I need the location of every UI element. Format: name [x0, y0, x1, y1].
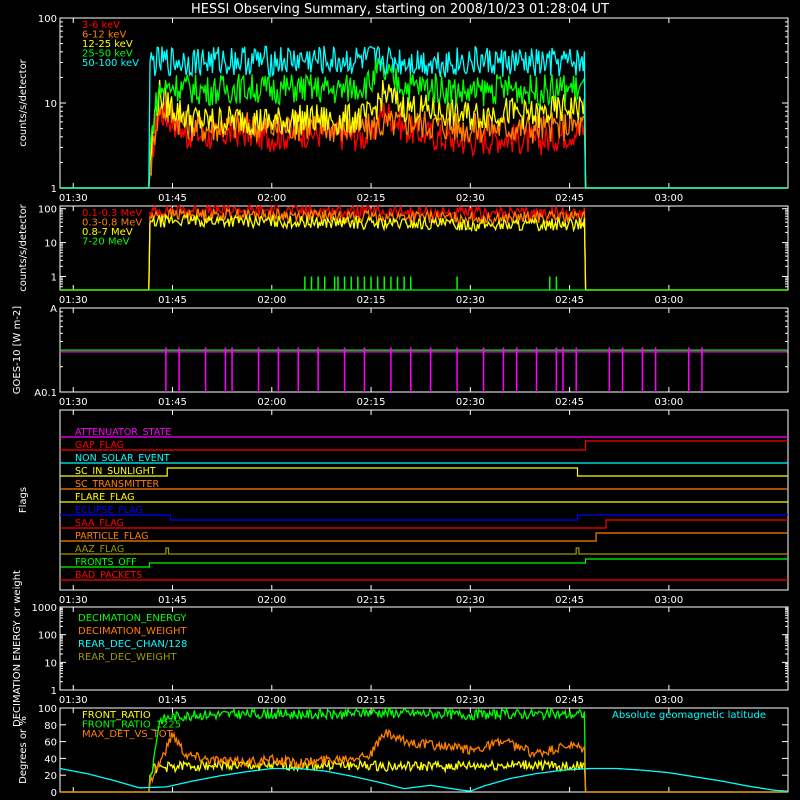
y-tick-label: 40 [44, 754, 57, 765]
time-tick-label: 01:45 [158, 397, 187, 408]
time-tick-label: 01:30 [59, 397, 88, 408]
time-tick-label: 02:30 [456, 695, 485, 706]
decimation-panel: 01:30 01:45 02:00 02:15 02:30 02:45 03:00 DECIM… [12, 570, 789, 727]
flag-label: FLARE_FLAG [75, 492, 135, 503]
decimation-ylabel: DECIMATION ENERGY or weight [12, 570, 23, 727]
time-tick-label: 03:00 [654, 295, 683, 306]
legend-entry: REAR_DEC_CHAN/128 [78, 639, 187, 650]
time-tick-label: 02:00 [257, 397, 286, 408]
legend-entry: REAR_DEC_WEIGHT [78, 652, 177, 663]
goes-ylabel: GOES-10 [W m-2] [12, 306, 23, 394]
count-rates-high-ylabel: counts/s/detector [18, 203, 29, 291]
y-tick-label: 100 [38, 631, 57, 642]
time-tick-label: 03:00 [654, 595, 683, 606]
flag-label: SAA_FLAG [75, 518, 124, 529]
y-tick-label: 10 [44, 239, 57, 250]
ratios-annotation: Absolute geomagnetic latitude [612, 710, 766, 721]
flag-label: BAD_PACKETS [75, 570, 142, 581]
y-tick-label: 100 [38, 14, 57, 25]
time-tick-label: 02:15 [357, 193, 386, 204]
count-rates-low-panel: 01:30 01:45 02:00 02:15 02:30 02:45 03:00 count… [18, 14, 789, 204]
flag-line-saa-flag [60, 519, 788, 529]
time-tick-label: 01:45 [158, 295, 187, 306]
flag-label: NON_SOLAR_EVENT [75, 453, 170, 464]
hessi-summary-chart: HESSI Observing Summary, starting on 200… [12, 2, 789, 799]
flag-line-particle-flag [60, 532, 788, 542]
time-tick-label: 01:45 [158, 193, 187, 204]
ratios-ylabel: Degrees or % [18, 716, 29, 784]
y-tick-label: 20 [44, 771, 57, 782]
ratios-series-0 [60, 758, 788, 793]
count-rates-high-panel: 01:30 01:45 02:00 02:15 02:30 02:45 03:00 count… [18, 203, 789, 306]
flags-ylabel: Flags [18, 487, 29, 513]
y-tick-label: 80 [44, 721, 57, 732]
time-tick-label: 01:30 [59, 695, 88, 706]
time-tick-label: 03:00 [654, 193, 683, 204]
flag-label: SC_IN_SUNLIGHT [75, 466, 156, 477]
time-tick-label: 01:30 [59, 595, 88, 606]
chart-title: HESSI Observing Summary, starting on 200… [191, 2, 609, 17]
legend-entry: 50-100 keV [82, 58, 139, 69]
flag-label: ATTENUATOR_STATE [75, 427, 171, 438]
legend-entry: DECIMATION_ENERGY [78, 613, 187, 624]
legend-entry: 7-20 MeV [82, 237, 130, 248]
time-tick-label: 02:45 [555, 595, 584, 606]
time-tick-label: 01:45 [158, 695, 187, 706]
flag-label: GAP_FLAG [75, 440, 124, 451]
time-tick-label: 01:45 [158, 595, 187, 606]
y-tick-label: 1 [51, 273, 57, 284]
flags-panel: 01:30 01:45 02:00 02:15 02:30 02:45 03:00 Flags… [18, 409, 789, 606]
time-tick-label: 02:15 [357, 695, 386, 706]
time-tick-label: 02:30 [456, 193, 485, 204]
time-tick-label: 02:00 [257, 193, 286, 204]
flag-line-eclipse-flag [60, 514, 788, 521]
time-tick-label: 02:30 [456, 595, 485, 606]
y-tick-label: 1 [51, 184, 57, 195]
chart-panels: 01:30 01:45 02:00 02:15 02:30 02:45 03:00 count… [12, 14, 789, 799]
time-tick-label: 02:00 [257, 695, 286, 706]
ratios-panel: Degrees or %020406080100FRONT_RATIOFRONT… [18, 704, 789, 799]
y-tick-label: 60 [44, 738, 57, 749]
y-tick-label: A0.1 [34, 388, 57, 399]
flag-label: FRONTS_OFF [75, 557, 137, 568]
flag-label: PARTICLE_FLAG [75, 531, 148, 542]
y-tick-label: 10 [44, 658, 57, 669]
flag-label: SC_TRANSMITTER [75, 479, 160, 490]
y-tick-label: A [50, 304, 57, 315]
time-tick-label: 02:45 [555, 193, 584, 204]
time-tick-label: 02:00 [257, 295, 286, 306]
flag-line-sc-in-sunlight [60, 467, 788, 477]
y-tick-label: 1000 [32, 603, 57, 614]
flag-line-aaz-flag [60, 547, 788, 555]
flag-label: ECLIPSE_FLAG [75, 505, 143, 516]
y-tick-label: 0 [51, 788, 57, 799]
time-tick-label: 02:00 [257, 595, 286, 606]
count-rates-high-series-2 [60, 213, 788, 291]
y-tick-label: 10 [44, 99, 57, 110]
time-tick-label: 02:30 [456, 295, 485, 306]
flag-line-gap-flag [60, 440, 788, 451]
count-rates-low-ylabel: counts/s/detector [18, 58, 29, 146]
y-tick-label: 100 [38, 704, 57, 715]
time-tick-label: 02:15 [357, 295, 386, 306]
time-tick-label: 03:00 [654, 695, 683, 706]
y-tick-label: 100 [38, 205, 57, 216]
time-tick-label: 02:45 [555, 695, 584, 706]
time-tick-label: 02:45 [555, 397, 584, 408]
time-tick-label: 03:00 [654, 397, 683, 408]
flag-label: AAZ_FLAG [75, 544, 124, 555]
flag-line-fronts-off [60, 558, 788, 568]
goes-panel: 01:30 01:45 02:00 02:15 02:30 02:45 03:00 GOES-… [12, 304, 789, 408]
legend-entry: DECIMATION_WEIGHT [78, 626, 187, 637]
time-tick-label: 02:45 [555, 295, 584, 306]
time-tick-label: 02:30 [456, 397, 485, 408]
y-tick-label: 1 [51, 686, 57, 697]
legend-entry: MAX_DET_VS_TOT [82, 729, 174, 740]
time-tick-label: 02:15 [357, 595, 386, 606]
ratios-series-3 [59, 767, 788, 792]
time-tick-label: 01:30 [59, 193, 88, 204]
time-tick-label: 01:30 [59, 295, 88, 306]
time-tick-label: 02:15 [357, 397, 386, 408]
